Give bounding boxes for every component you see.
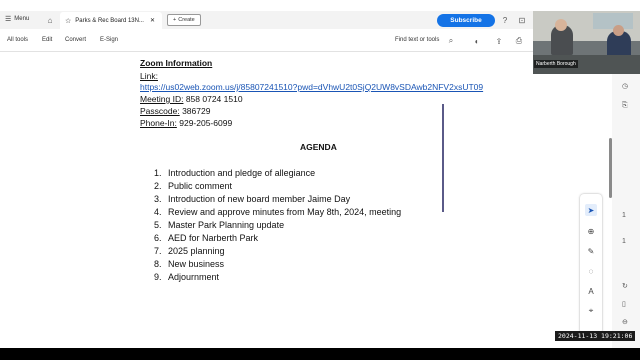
agenda-item-number: 6. (154, 233, 162, 243)
menu-edit[interactable]: Edit (42, 37, 52, 43)
zoom-in-icon[interactable]: ⊕ (585, 225, 597, 237)
help-icon[interactable]: ? (500, 15, 510, 25)
agenda-item-text: AED for Narberth Park (168, 233, 259, 243)
create-label: Create (178, 17, 195, 23)
page-total: 1 (622, 238, 626, 245)
tab-title: Parks & Rec Board 13N... (75, 17, 144, 24)
find-text-or-tools[interactable]: Find text or tools (395, 37, 439, 43)
agenda-item-text: Public comment (168, 181, 233, 191)
tab-bar: ☰ Menu ⌂ ☆ Parks & Rec Board 13N... ✕ + … (0, 11, 533, 29)
video-timestamp: 2024-11-13 19:21:06 (555, 331, 636, 341)
agenda-item-number: 2. (154, 181, 162, 191)
zoom-out-icon[interactable]: ⊖ (622, 318, 628, 326)
agenda-title: AGENDA (300, 142, 337, 152)
quick-tools-rail: ➤ ⊕ ✎ ◌ A ⌖ (580, 194, 602, 334)
phone-label: Phone-In: (140, 118, 177, 128)
upload-icon[interactable]: ⇪ (494, 36, 504, 46)
menu-convert[interactable]: Convert (65, 37, 86, 43)
document-area: Zoom Information Link: https://us02web.z… (0, 52, 580, 348)
bookmark-icon[interactable]: ⎘ (622, 102, 628, 110)
star-icon[interactable]: ☆ (65, 17, 71, 25)
agenda-item: 3. Introduction of new board member Jaime… (154, 194, 350, 204)
meeting-id-label: Meeting ID: (140, 94, 184, 104)
text-cursor (442, 104, 444, 212)
print-icon[interactable]: ⎙ (514, 36, 524, 46)
agenda-item: 1. Introduction and pledge of allegiance (154, 168, 315, 178)
page-number: 1 (622, 212, 626, 219)
text-tool-icon[interactable]: A (585, 285, 597, 297)
right-side-panel: ▭ ◷ ⎘ 1 1 ↻ ▯ ⊖ (612, 52, 640, 348)
plus-icon: + (173, 17, 177, 23)
notifications-icon[interactable]: ⊡ (517, 15, 527, 25)
home-icon[interactable]: ⌂ (45, 15, 55, 25)
video-thumbnail: Narberth Borough (533, 11, 640, 74)
meeting-id-value: 858 0724 1510 (183, 94, 243, 104)
hamburger-icon: ☰ (5, 16, 12, 23)
agenda-item-number: 4. (154, 207, 162, 217)
agenda-item: 8. New business (154, 259, 224, 269)
agenda-item: 5. Master Park Planning update (154, 220, 284, 230)
agenda-item-text: Introduction of new board member Jaime D… (168, 194, 351, 204)
create-button[interactable]: + Create (167, 14, 201, 26)
zoom-heading: Zoom Information (140, 58, 213, 68)
toolbar: All tools Edit Convert E-Sign Find text … (0, 30, 533, 52)
agenda-item-text: Adjournment (168, 272, 220, 282)
menu-label: Menu (14, 16, 30, 22)
video-head-2 (613, 25, 624, 36)
file-icon[interactable]: ▯ (622, 300, 626, 308)
agenda-item: 7. 2025 planning (154, 246, 225, 256)
tab-document[interactable]: ☆ Parks & Rec Board 13N... ✕ (60, 12, 162, 29)
shapes-icon[interactable]: ◌ (585, 265, 597, 277)
agenda-item-number: 5. (154, 220, 162, 230)
passcode-line: Passcode: 386729 (140, 106, 210, 116)
passcode-label: Passcode: (140, 106, 180, 116)
agenda-item-number: 3. (154, 194, 162, 204)
history-icon[interactable]: ◷ (622, 82, 628, 90)
video-head-1 (555, 19, 567, 31)
passcode-value: 386729 (179, 106, 211, 116)
close-icon[interactable]: ✕ (150, 17, 155, 24)
rotate-icon[interactable]: ↻ (622, 282, 628, 290)
menu-esign[interactable]: E-Sign (100, 37, 118, 43)
agenda-item-number: 8. (154, 259, 162, 269)
agenda-item-number: 7. (154, 246, 162, 256)
select-cursor-icon[interactable]: ➤ (585, 204, 597, 216)
agenda-item-number: 9. (154, 272, 162, 282)
subscribe-button[interactable]: Subscribe (437, 14, 495, 27)
agenda-item: 9. Adjournment (154, 272, 219, 282)
menu-button[interactable]: ☰ Menu (5, 15, 29, 23)
link-label: Link: (140, 71, 158, 81)
stamp-icon[interactable]: ⌖ (585, 305, 597, 317)
ai-assistant-icon[interactable]: ◐ (472, 36, 482, 46)
zoom-link[interactable]: https://us02web.zoom.us/j/85807241510?pw… (140, 82, 483, 92)
agenda-item-text: Master Park Planning update (168, 220, 285, 230)
menu-all-tools[interactable]: All tools (7, 37, 28, 43)
draw-pen-icon[interactable]: ✎ (585, 245, 597, 257)
search-icon[interactable]: ⌕ (446, 36, 456, 46)
agenda-item: 4. Review and approve minutes from May 8t… (154, 207, 401, 217)
acrobat-window: ☰ Menu ⌂ ☆ Parks & Rec Board 13N... ✕ + … (0, 0, 640, 348)
agenda-item-text: 2025 planning (168, 246, 225, 256)
video-label: Narberth Borough (534, 60, 578, 68)
agenda-item-number: 1. (154, 168, 162, 178)
agenda-item-text: New business (168, 259, 225, 269)
phone-line: Phone-In: 929-205-6099 (140, 118, 232, 128)
phone-value: 929-205-6099 (176, 118, 233, 128)
meeting-id-line: Meeting ID: 858 0724 1510 (140, 94, 243, 104)
agenda-item: 2. Public comment (154, 181, 232, 191)
agenda-item: 6. AED for Narberth Park (154, 233, 258, 243)
agenda-item-text: Review and approve minutes from May 8th,… (168, 207, 402, 217)
agenda-item-text: Introduction and pledge of allegiance (168, 168, 316, 178)
